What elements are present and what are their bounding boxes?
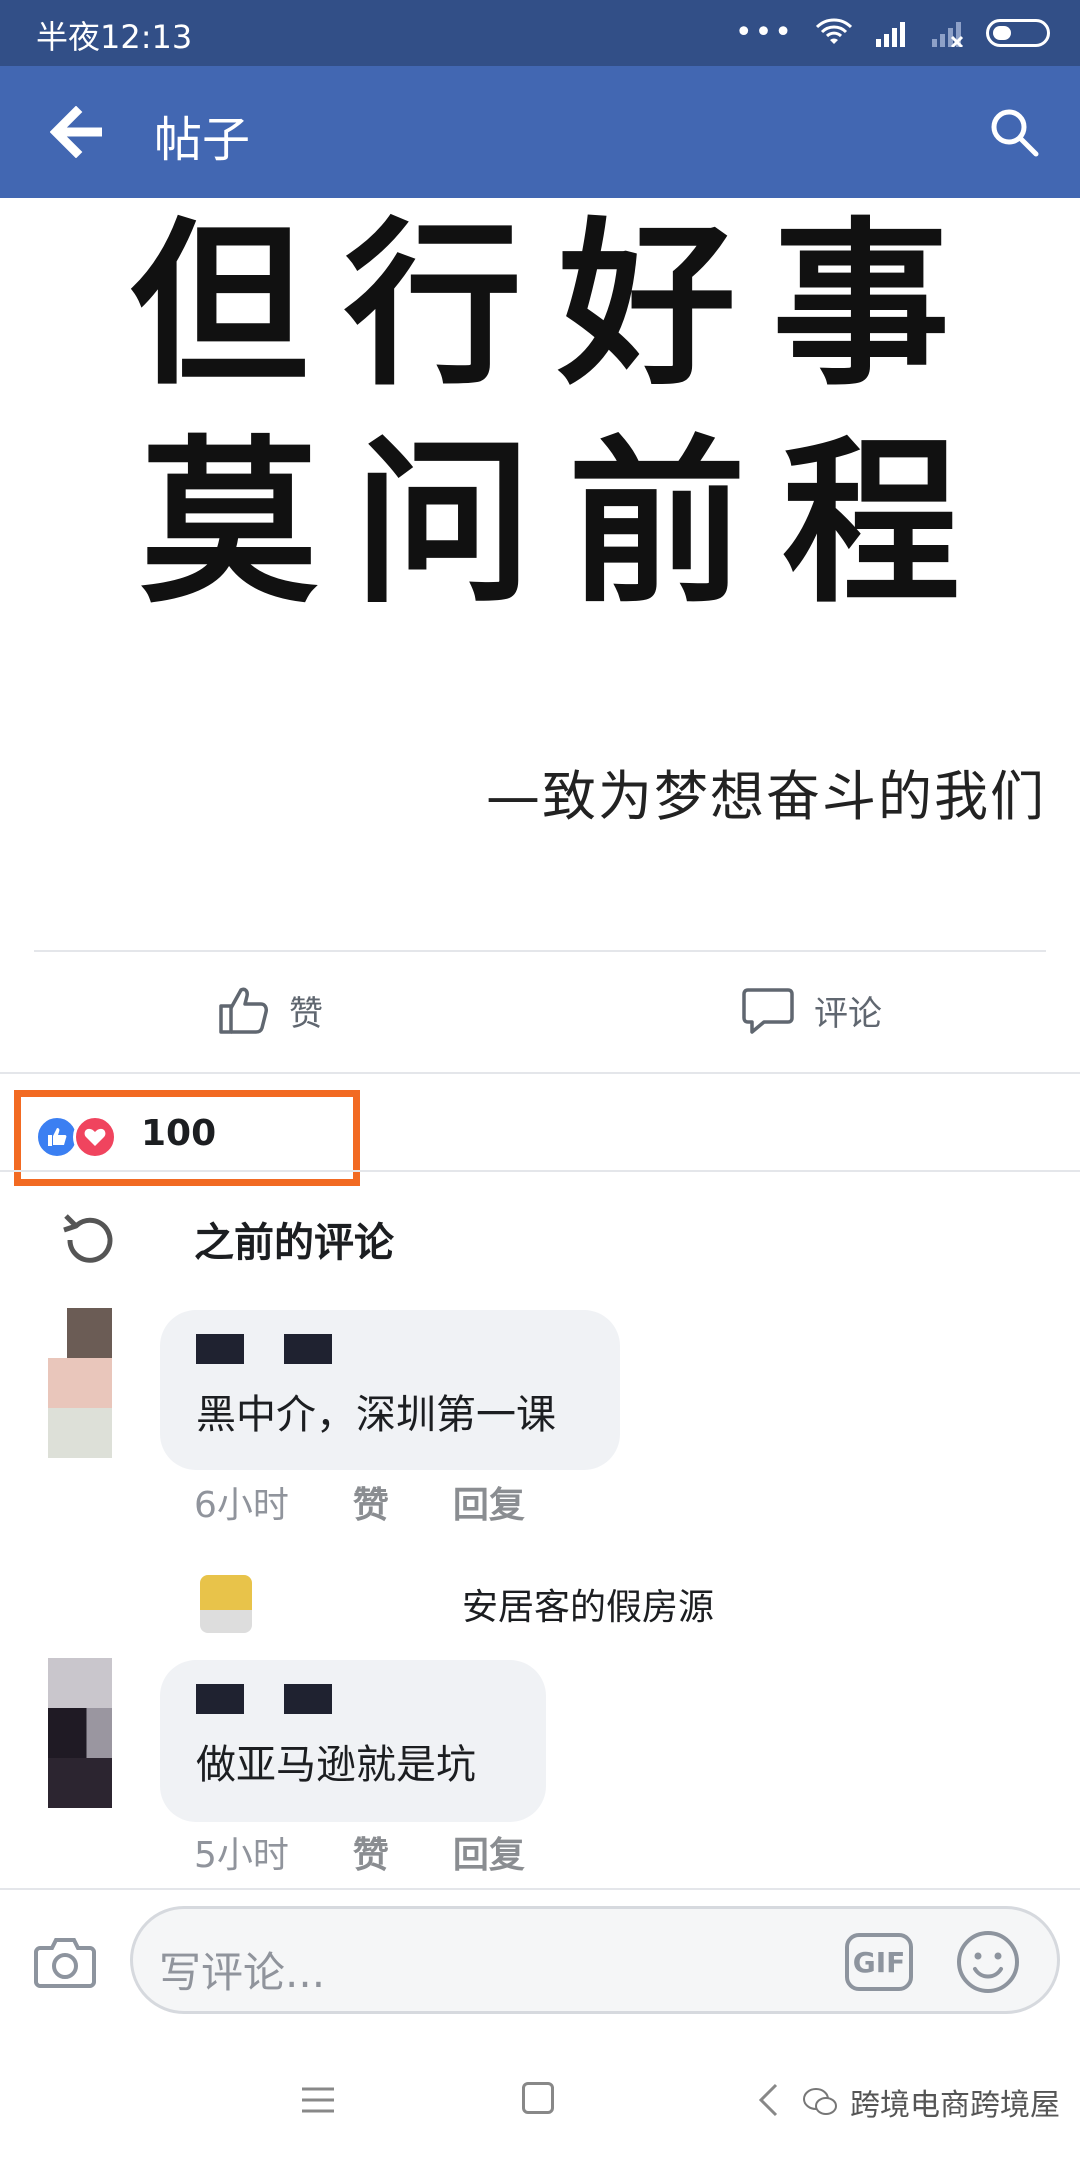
- comment-input-placeholder: 写评论...: [159, 1948, 326, 1997]
- comment-text: 做亚马逊就是坑: [196, 1742, 476, 1788]
- nav-back-icon[interactable]: [756, 2082, 780, 2118]
- wifi-icon: [816, 18, 852, 44]
- comment-reply-button[interactable]: 回复: [453, 1826, 525, 1878]
- avatar[interactable]: [48, 1658, 112, 1808]
- search-icon[interactable]: [988, 106, 1040, 158]
- previous-comments-label: 之前的评论: [194, 1220, 394, 1266]
- like-button[interactable]: 赞: [215, 982, 323, 1038]
- emoji-icon[interactable]: [955, 1929, 1021, 1995]
- signal-icon: [876, 22, 905, 47]
- comment-composer: 写评论... GIF: [0, 1888, 1080, 2028]
- status-bar: 半夜12:13 •••: [0, 0, 1080, 66]
- system-nav-bar: 跨境电商跨境屋: [0, 2028, 1080, 2160]
- comment-like-button[interactable]: 赞: [353, 1476, 389, 1528]
- divider: [0, 1170, 1080, 1172]
- reaction-count: 100: [141, 1113, 217, 1154]
- comment-button[interactable]: 评论: [740, 982, 882, 1038]
- page-title: 帖子: [154, 112, 251, 168]
- comment-like-button[interactable]: 赞: [353, 1826, 389, 1878]
- post-caption: —致为梦想奋斗的我们: [486, 765, 1046, 828]
- reaction-icons: [35, 1115, 117, 1159]
- comment-label: 评论: [814, 993, 882, 1034]
- reply-preview-text: 安居客的假房源: [462, 1587, 715, 1628]
- avatar[interactable]: [200, 1575, 252, 1633]
- reply-preview[interactable]: 安居客的假房源: [200, 1574, 714, 1634]
- home-icon[interactable]: [522, 2082, 554, 2114]
- post-image[interactable]: 但行好事 莫问前程 —致为梦想奋斗的我们: [0, 198, 1080, 950]
- comment-bubble[interactable]: 黑中介，深圳第一课: [160, 1310, 620, 1470]
- camera-icon[interactable]: [34, 1934, 96, 1988]
- like-label: 赞: [289, 993, 323, 1034]
- heart-reaction-icon: [73, 1115, 117, 1159]
- thumbs-up-icon: [219, 987, 268, 1034]
- calligraphy-line-1: 但行好事: [130, 200, 986, 409]
- previous-comments-link[interactable]: 之前的评论: [0, 1190, 1080, 1290]
- watermark-text: 跨境电商跨境屋: [850, 2088, 1060, 2123]
- signal-off-icon: [932, 22, 964, 47]
- battery-icon: [986, 19, 1050, 47]
- menu-icon[interactable]: [300, 2086, 336, 2114]
- comment-meta: 5小时 赞 回复: [194, 1826, 525, 1878]
- comment-author[interactable]: [196, 1684, 356, 1718]
- post-actions: 赞 评论: [0, 952, 1080, 1074]
- comment-author[interactable]: [196, 1334, 356, 1368]
- comment-bubble-icon: [742, 988, 794, 1034]
- status-time: 半夜12:13: [36, 18, 193, 56]
- divider: [0, 1072, 1080, 1074]
- comment-meta: 6小时 赞 回复: [194, 1476, 525, 1528]
- comment-time: 6小时: [194, 1485, 289, 1526]
- status-icons: •••: [735, 14, 1050, 52]
- comment-reply-button[interactable]: 回复: [453, 1476, 525, 1528]
- comment-bubble[interactable]: 做亚马逊就是坑: [160, 1660, 546, 1822]
- wechat-icon: [803, 2088, 837, 2115]
- comment-input[interactable]: 写评论... GIF: [130, 1906, 1060, 2014]
- refresh-icon: [63, 1214, 113, 1263]
- more-dots-icon: •••: [734, 15, 794, 50]
- avatar[interactable]: [48, 1308, 112, 1458]
- calligraphy-line-2: 莫问前程: [140, 418, 996, 627]
- comment-text: 黑中介，深圳第一课: [196, 1392, 556, 1438]
- watermark: 跨境电商跨境屋: [802, 2080, 1060, 2124]
- back-arrow-icon[interactable]: [50, 106, 106, 158]
- app-bar: 帖子: [0, 66, 1080, 198]
- comment-time: 5小时: [194, 1835, 289, 1876]
- gif-button[interactable]: GIF: [845, 1933, 913, 1991]
